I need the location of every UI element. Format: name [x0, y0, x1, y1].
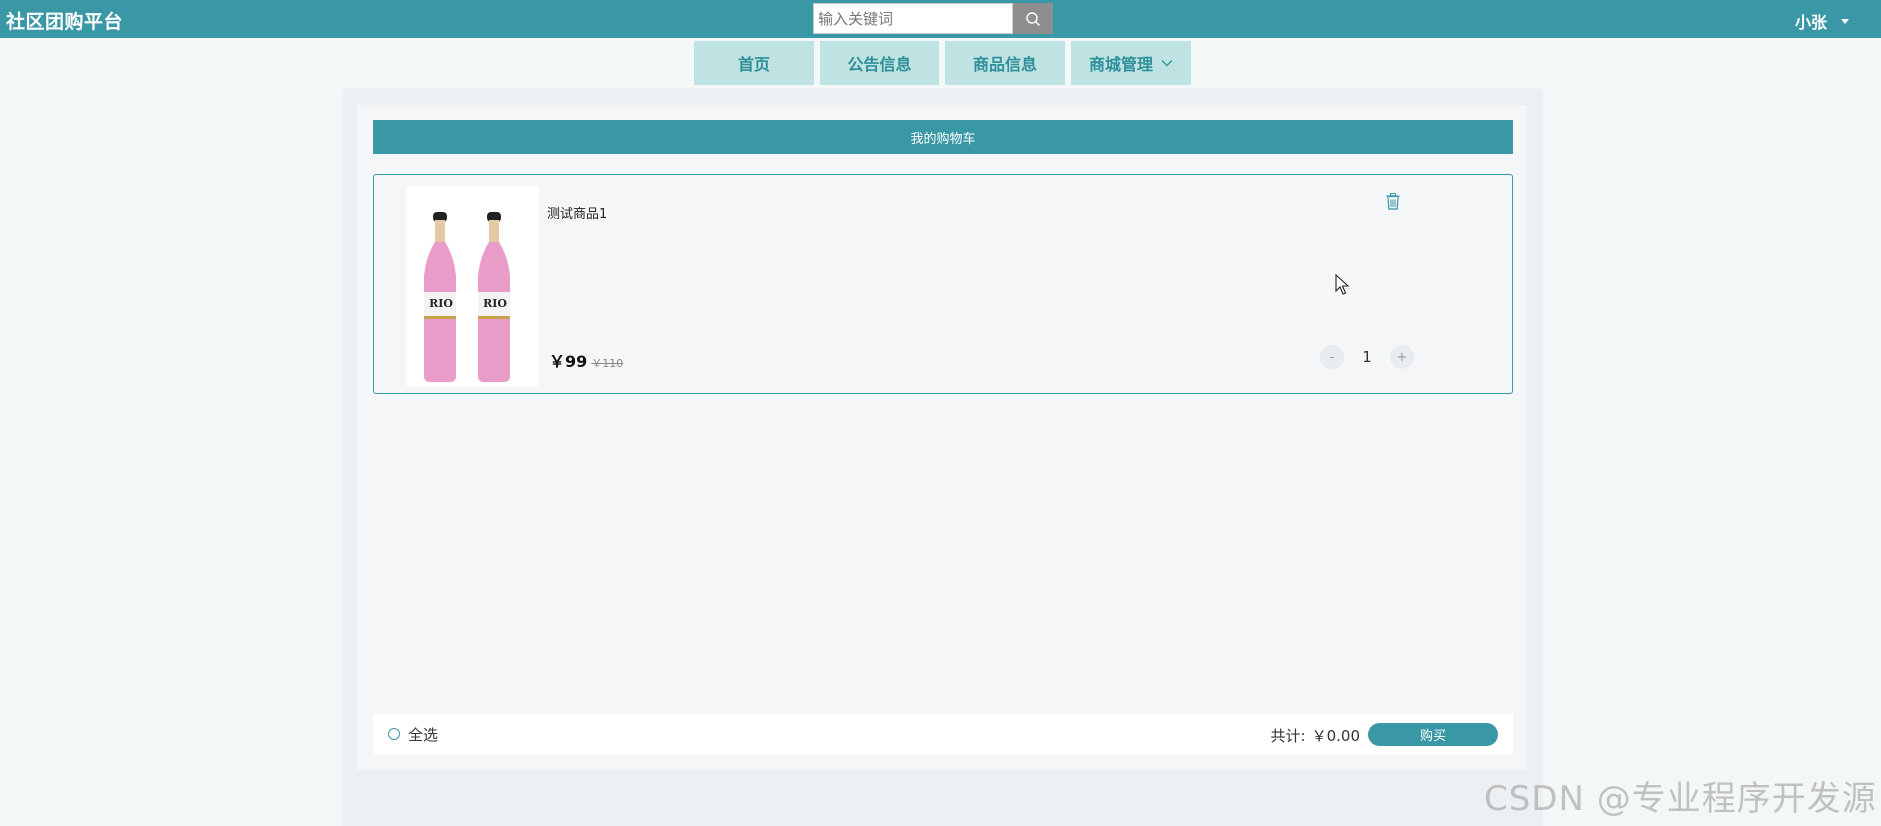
total-value: ￥0.00: [1311, 727, 1360, 745]
buy-button[interactable]: 购买: [1368, 723, 1498, 746]
trash-icon: [1386, 193, 1400, 210]
top-header: 社区团购平台 小张: [0, 0, 1881, 38]
search-input[interactable]: [813, 3, 1013, 34]
nav-products-label: 商品信息: [972, 55, 1037, 74]
total-label: 共计:: [1270, 727, 1306, 745]
product-price: ￥99 ￥110: [549, 348, 623, 372]
product-logo-right: RIO: [483, 297, 507, 310]
cart-title-bar: 我的购物车: [373, 120, 1513, 154]
search-bar: [813, 3, 1053, 34]
buy-button-label: 购买: [1419, 729, 1446, 744]
main-nav: 首页 公告信息 商品信息 商城管理: [694, 41, 1191, 85]
cart-total: 共计: ￥0.00: [1271, 725, 1360, 746]
radio-icon: [388, 728, 400, 740]
user-menu[interactable]: 小张: [1795, 9, 1849, 33]
quantity-stepper: - 1 +: [1320, 345, 1414, 369]
nav-home-label: 首页: [737, 55, 770, 74]
nav-home[interactable]: 首页: [694, 41, 814, 85]
cart-footer: 全选 共计: ￥0.00 购买: [373, 714, 1513, 754]
quantity-value[interactable]: 1: [1344, 348, 1390, 366]
chevron-down-icon: [1161, 60, 1173, 67]
decrease-button[interactable]: -: [1320, 345, 1344, 369]
select-all-checkbox[interactable]: 全选: [388, 724, 438, 745]
increase-button[interactable]: +: [1390, 345, 1414, 369]
nav-mall-management-label: 商城管理: [1088, 55, 1153, 74]
site-title[interactable]: 社区团购平台: [6, 7, 123, 34]
watermark: CSDN @专业程序开发源: [1484, 779, 1877, 819]
original-price: ￥110: [591, 357, 624, 370]
search-icon: [1026, 11, 1040, 26]
delete-button[interactable]: [1386, 193, 1400, 214]
mouse-cursor-icon: [1335, 274, 1349, 295]
product-image[interactable]: RIO RIO: [406, 186, 539, 386]
nav-announcements-label: 公告信息: [847, 55, 912, 74]
select-all-label: 全选: [408, 725, 439, 744]
search-button[interactable]: [1013, 3, 1053, 34]
cart-title: 我的购物车: [910, 131, 976, 147]
user-name: 小张: [1794, 13, 1827, 32]
nav-announcements[interactable]: 公告信息: [820, 41, 939, 85]
current-price: ￥99: [549, 352, 588, 371]
caret-down-icon: [1841, 18, 1849, 24]
nav-products[interactable]: 商品信息: [945, 41, 1065, 85]
product-name[interactable]: 测试商品1: [547, 203, 607, 222]
product-logo-left: RIO: [429, 297, 453, 310]
product-bottles-image: [424, 212, 510, 382]
nav-mall-management[interactable]: 商城管理: [1071, 41, 1191, 85]
